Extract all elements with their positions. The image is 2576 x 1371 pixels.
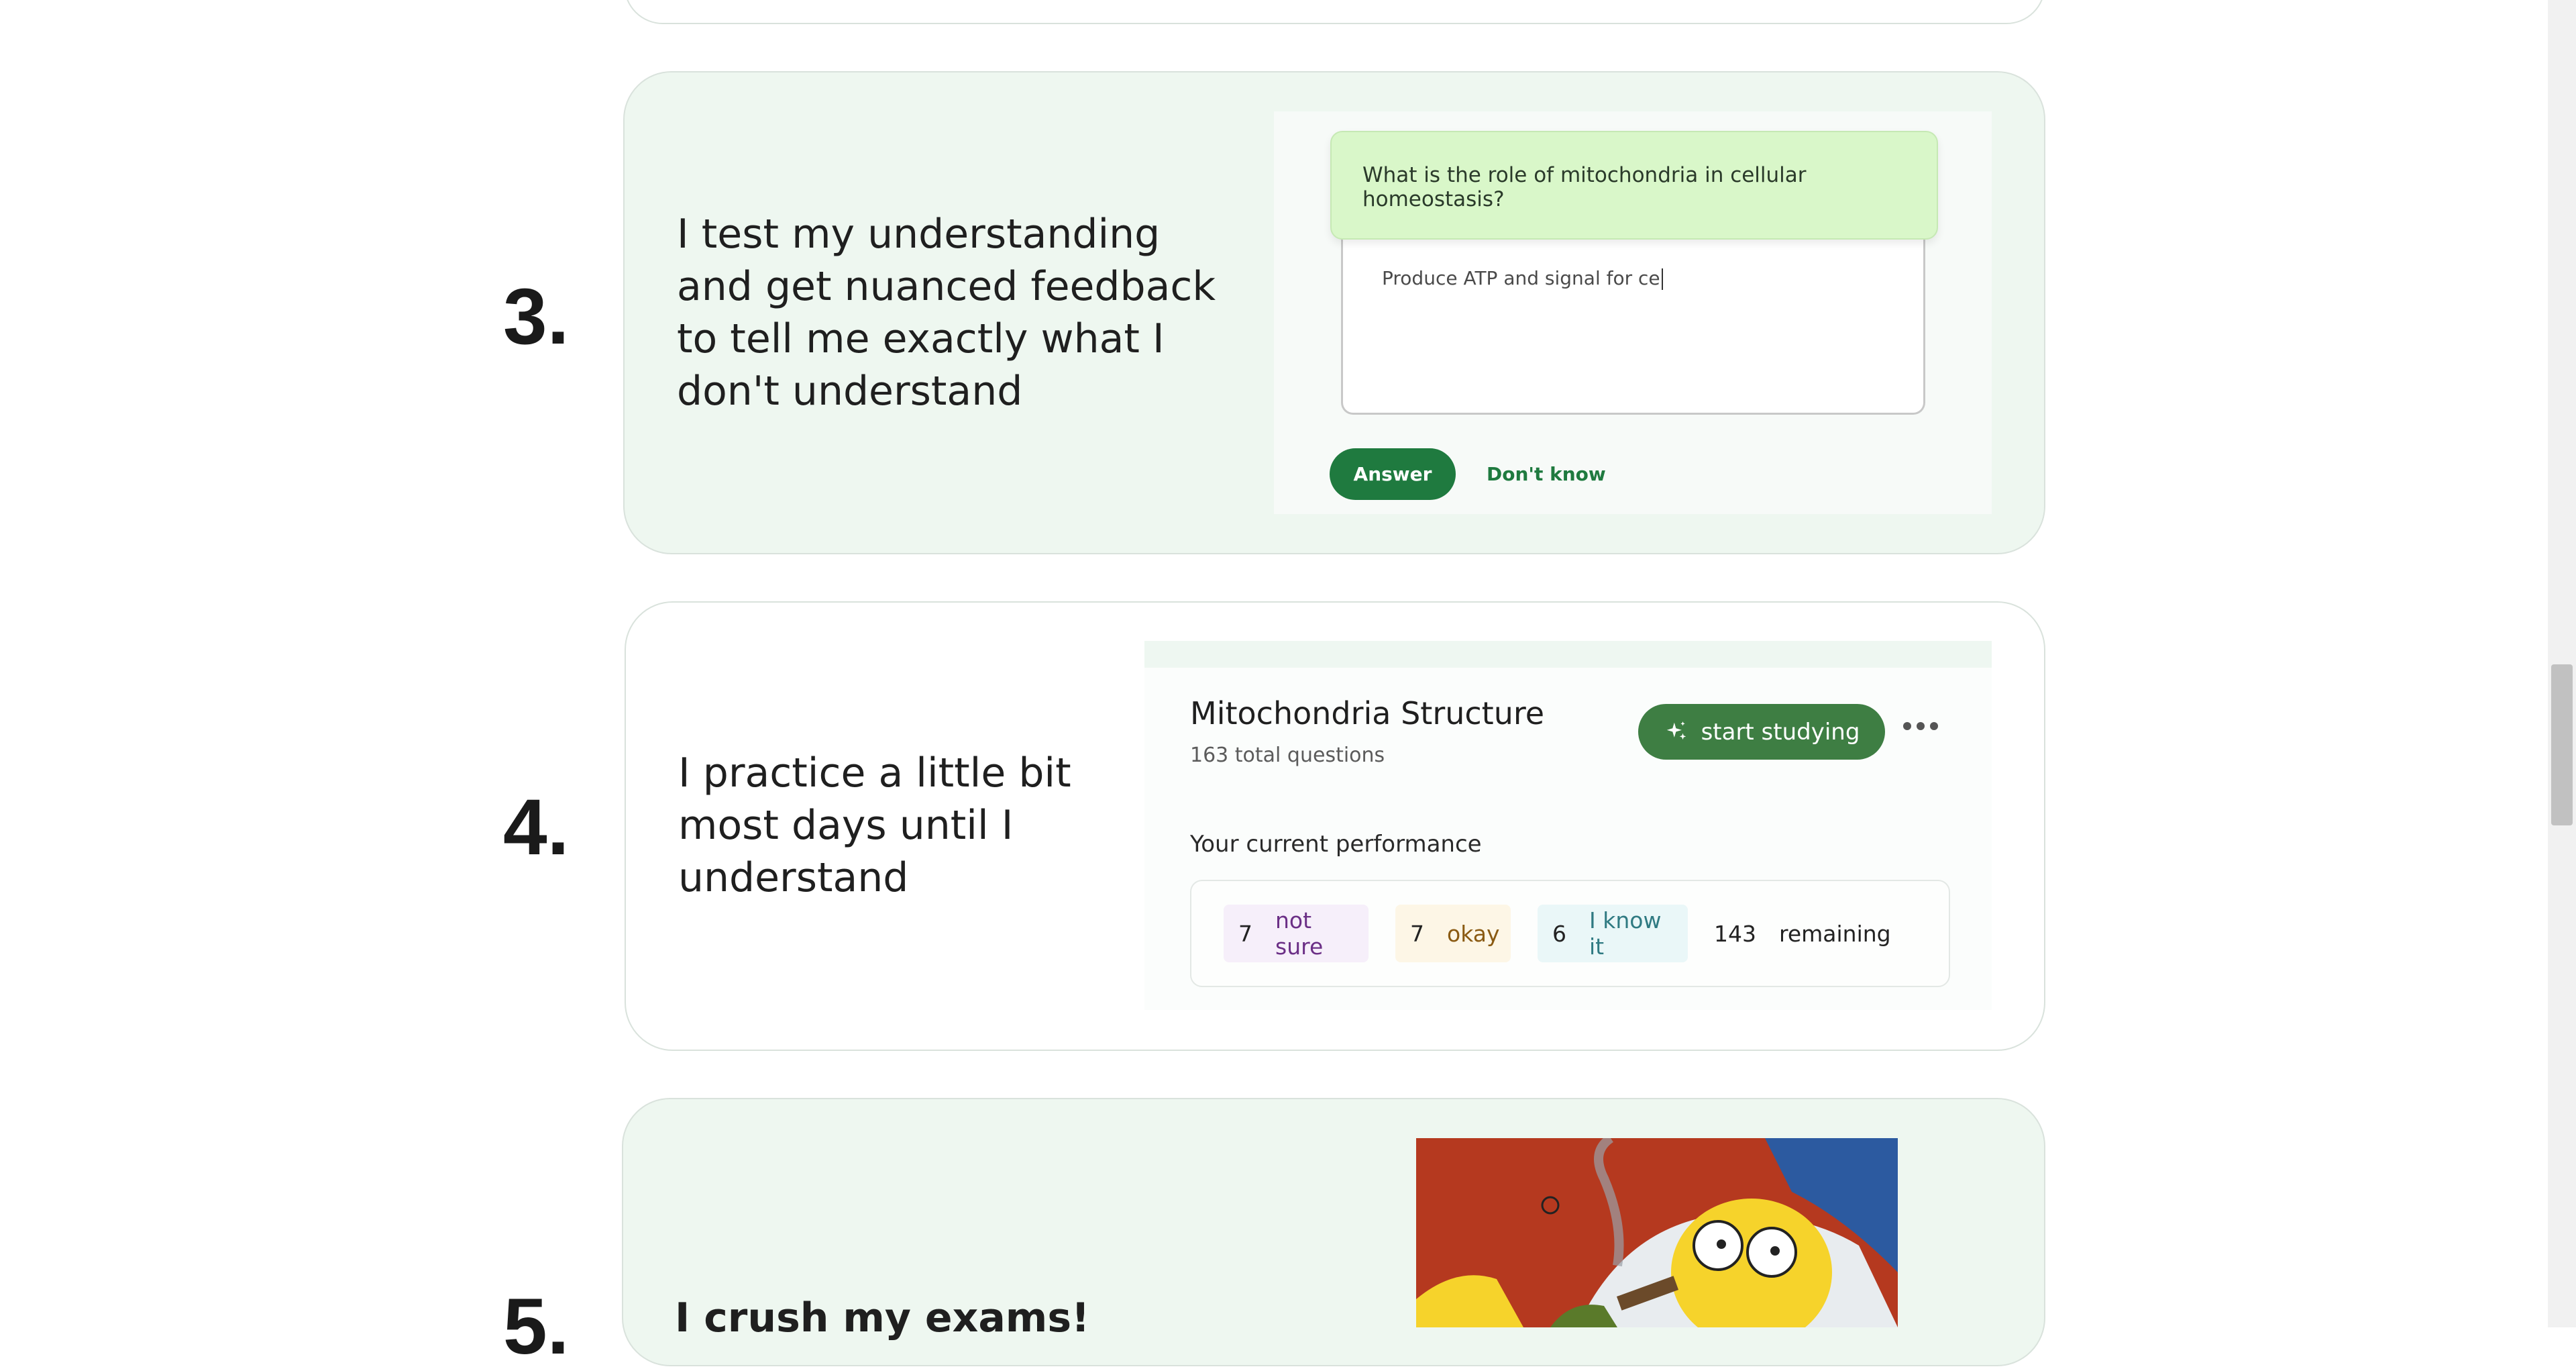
stat-count: 6	[1552, 920, 1566, 947]
step-card-2	[624, 0, 2045, 24]
more-options-icon[interactable]	[1903, 722, 1938, 730]
question-card: What is the role of mitochondria in cell…	[1330, 131, 1938, 240]
dont-know-button[interactable]: Don't know	[1487, 463, 1606, 485]
stat-label: remaining	[1779, 920, 1891, 947]
question-text: What is the role of mitochondria in cell…	[1362, 163, 1807, 211]
text-caret	[1661, 268, 1663, 290]
start-studying-button[interactable]: start studying	[1638, 704, 1885, 760]
stat-not-sure: 7 not sure	[1224, 905, 1368, 962]
answer-button[interactable]: Answer	[1330, 448, 1456, 500]
stat-count: 143	[1714, 920, 1756, 947]
deck-question-count: 163 total questions	[1190, 744, 1385, 767]
step-number-3: 3.	[503, 272, 570, 361]
step-headline-4: I practice a little bit most days until …	[678, 750, 1071, 901]
step-number-4: 4.	[503, 783, 570, 872]
step-number-5: 5.	[503, 1282, 570, 1371]
deck-title: Mitochondria Structure	[1190, 695, 1545, 731]
exam-celebration-image	[1416, 1138, 1898, 1327]
sparkle-icon	[1666, 721, 1686, 740]
stat-count: 7	[1238, 920, 1252, 947]
scrollbar-thumb[interactable]	[2551, 664, 2573, 825]
performance-label: Your current performance	[1190, 831, 1482, 858]
stat-count: 7	[1410, 920, 1424, 947]
step-headline-3: I test my understanding and get nuanced …	[677, 211, 1216, 415]
scrollbar-track[interactable]	[2548, 0, 2576, 1327]
deck-demo-header-strip	[1144, 641, 1992, 668]
stat-label: not sure	[1275, 907, 1324, 960]
answer-textarea[interactable]: Produce ATP and signal for ce	[1341, 235, 1925, 415]
stat-remaining: 143 remaining	[1699, 905, 1900, 962]
stat-i-know-it: 6 I know it	[1538, 905, 1688, 962]
answer-text: Produce ATP and signal for ce	[1382, 267, 1660, 289]
stat-label: okay	[1447, 920, 1500, 947]
stat-okay: 7 okay	[1395, 905, 1511, 962]
stat-label: I know it	[1589, 907, 1662, 960]
step-headline-5: I crush my exams!	[675, 1294, 1090, 1341]
start-studying-label: start studying	[1701, 718, 1860, 746]
